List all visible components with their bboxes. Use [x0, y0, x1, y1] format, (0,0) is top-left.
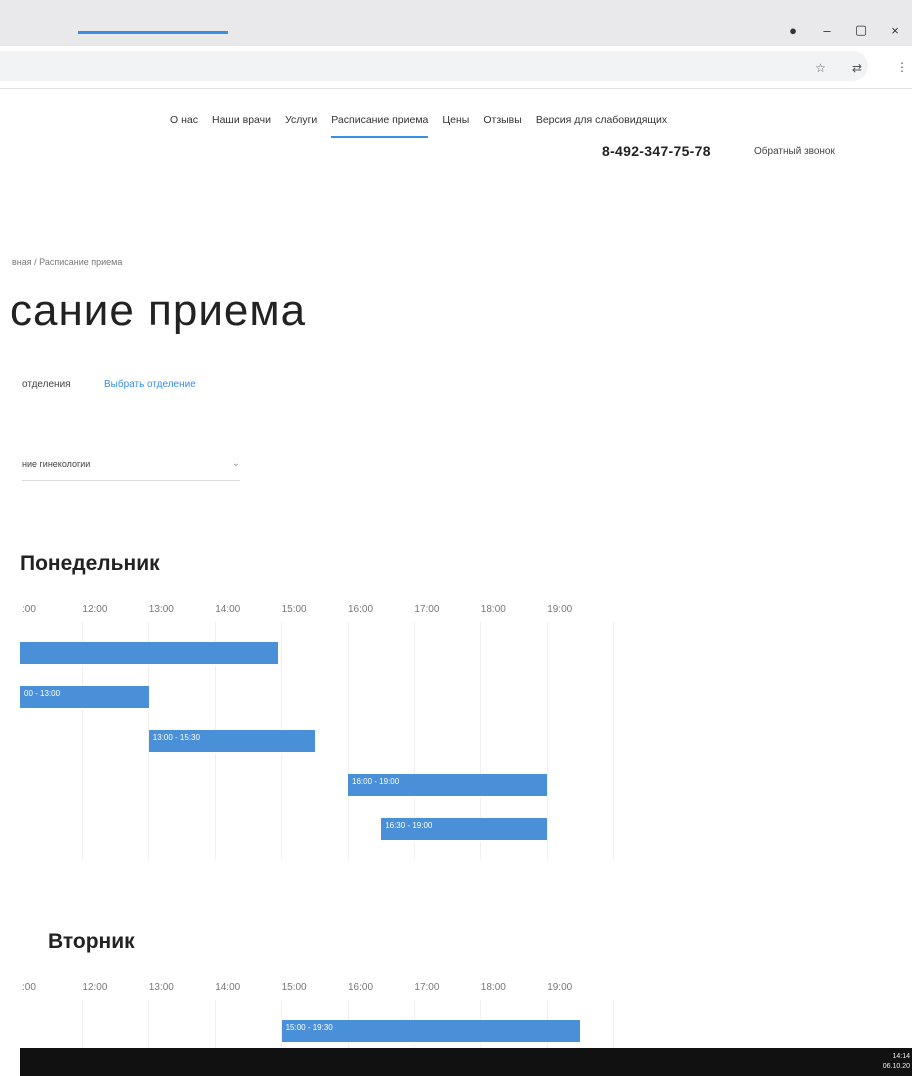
maximize-icon[interactable]: ▢	[844, 18, 878, 42]
tab-departments[interactable]: отделения	[22, 379, 71, 390]
nav-item-accessible-version[interactable]: Версия для слабовидящих	[536, 114, 667, 126]
nav-item-about[interactable]: О нас	[170, 114, 198, 126]
active-tab-indicator	[78, 31, 228, 34]
time-tick: 16:00	[348, 982, 374, 993]
nav-item-reviews[interactable]: Отзывы	[483, 114, 521, 126]
time-tick: 14:00	[215, 982, 241, 993]
time-tick: 13:00	[148, 604, 174, 615]
time-tick: 14:00	[215, 604, 241, 615]
browser-titlebar: ● – ▢ ×	[0, 0, 912, 46]
nav-item-services[interactable]: Услуги	[285, 114, 317, 126]
browser-menu-icon[interactable]: ⋮	[896, 60, 908, 74]
time-tick: :00	[22, 982, 36, 993]
time-tick: 18:00	[480, 982, 506, 993]
grid-line	[613, 1000, 615, 1048]
time-tick: 12:00	[82, 982, 108, 993]
close-icon[interactable]: ×	[878, 18, 912, 42]
breadcrumb: вная / Расписание приема	[12, 257, 123, 267]
schedule-slot[interactable]: 13:00 - 15:30	[148, 730, 315, 754]
taskbar-clock: 14:14 06.10.20	[882, 1053, 910, 1070]
timeline-monday: :00 12:00 13:00 14:00 15:00 16:00 17:00 18:00 19…	[0, 600, 620, 860]
grid-line	[613, 622, 615, 860]
time-tick: 17:00	[414, 982, 440, 993]
minimize-icon[interactable]: –	[810, 18, 844, 42]
schedule-slot[interactable]: 00 - 13:00	[20, 686, 149, 710]
grid-line	[82, 1000, 83, 1048]
time-tick: 16:00	[348, 604, 374, 615]
address-bar[interactable]: ☆ ⇄	[0, 51, 868, 81]
profile-icon[interactable]: ●	[776, 18, 810, 42]
timeline-tuesday: :00 12:00 13:00 14:00 15:00 16:00 17:00 18:00 19…	[0, 978, 620, 1048]
time-tick: 19:00	[547, 982, 573, 993]
time-tick: 13:00	[148, 982, 174, 993]
grid-line	[347, 622, 349, 860]
schedule-slot[interactable]: 16:00 - 19:00	[348, 774, 548, 798]
chevron-down-icon: ⌄	[231, 458, 240, 469]
main-nav: О нас Наши врачи Услуги Расписание прием…	[170, 114, 681, 138]
nav-item-doctors[interactable]: Наши врачи	[212, 114, 271, 126]
page-title: сание приема	[10, 286, 307, 335]
os-taskbar: 14:14 06.10.20	[20, 1048, 912, 1076]
time-tick: 19:00	[547, 604, 573, 615]
time-tick: :00	[22, 604, 36, 615]
grid-line	[214, 1000, 216, 1048]
time-tick: 15:00	[281, 982, 307, 993]
grid-line	[148, 1000, 150, 1048]
time-tick: 12:00	[82, 604, 108, 615]
select-value: ние гинекологии	[22, 459, 91, 469]
tab-search-icon[interactable]: ⇄	[852, 61, 862, 75]
schedule-slot[interactable]: 16:30 - 19:00	[381, 818, 548, 842]
nav-item-prices[interactable]: Цены	[442, 114, 469, 126]
browser-toolbar: ☆ ⇄ ⋮	[0, 46, 912, 89]
department-select[interactable]: ние гинекологии ⌄	[22, 456, 240, 481]
day-title-monday: Понедельник	[20, 552, 160, 575]
nav-item-schedule[interactable]: Расписание приема	[331, 114, 429, 138]
time-tick: 15:00	[281, 604, 307, 615]
window-controls: ● – ▢ ×	[776, 18, 912, 42]
phone-number[interactable]: 8-492-347-75-78	[602, 143, 711, 159]
callback-link[interactable]: Обратный звонок	[754, 146, 835, 157]
schedule-slot[interactable]: 15:00 - 19:30	[281, 1020, 581, 1044]
day-title-tuesday: Вторник	[48, 930, 135, 953]
bookmark-star-icon[interactable]: ☆	[815, 61, 826, 75]
tab-choose-department[interactable]: Выбрать отделение	[104, 379, 196, 390]
time-tick: 17:00	[414, 604, 440, 615]
time-tick: 18:00	[480, 604, 506, 615]
schedule-slot[interactable]	[20, 642, 279, 666]
